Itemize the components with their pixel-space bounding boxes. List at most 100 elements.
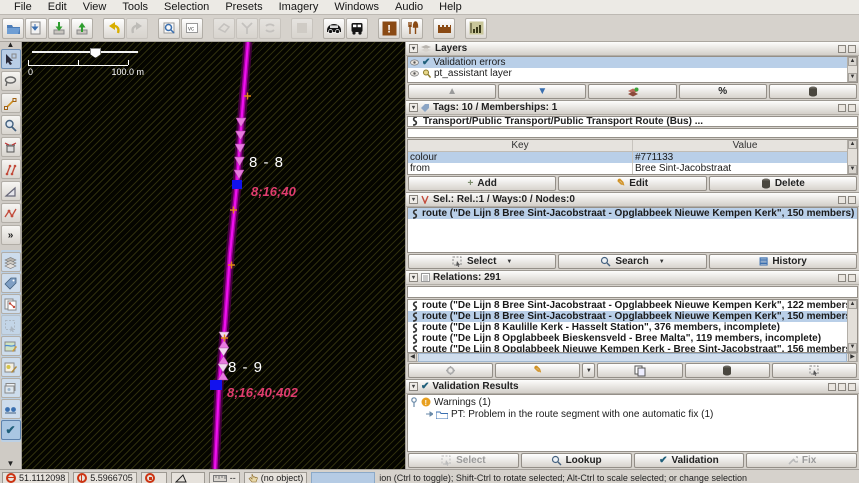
close-icon[interactable] <box>848 104 856 112</box>
search-menu-button[interactable]: Search▼ <box>558 254 706 269</box>
scroll-down-icon[interactable]: ▼ <box>848 73 857 82</box>
validation-run-button[interactable]: ✔Validation <box>634 453 745 468</box>
scroll-up-icon[interactable]: ▲ <box>848 140 857 149</box>
close-icon[interactable] <box>848 45 856 53</box>
tag-row-colour[interactable]: colour #771133 <box>408 152 857 163</box>
menu-audio[interactable]: Audio <box>387 1 431 13</box>
tree-branch-icon[interactable] <box>425 410 433 418</box>
scroll-down-icon[interactable]: ▼ <box>848 343 857 352</box>
tags-toggle-button[interactable] <box>1 273 21 293</box>
tool-disabled-1-button[interactable] <box>213 18 235 39</box>
menu-tools[interactable]: Tools <box>114 1 156 13</box>
value-column-header[interactable]: Value <box>633 140 857 151</box>
close-icon[interactable] <box>848 274 856 282</box>
chart-preset-button[interactable] <box>465 18 487 39</box>
mapstyle-toggle-button[interactable] <box>1 336 21 356</box>
selected-relation-row[interactable]: route ("De Lijn 8 Bree Sint-Jacobstraat … <box>408 208 857 219</box>
tool-disabled-4-button[interactable] <box>291 18 313 39</box>
scroll-up-icon[interactable]: ▲ <box>848 300 857 309</box>
collapse-icon[interactable]: ▾ <box>409 382 418 391</box>
layer-row-pt-assistant[interactable]: pt_assistant layer <box>408 68 857 79</box>
layer-opacity-button[interactable]: % <box>679 84 767 99</box>
menu-edit[interactable]: Edit <box>40 1 75 13</box>
validator-toggle-button[interactable]: ✔ <box>1 420 21 440</box>
pin-icon[interactable] <box>838 274 846 282</box>
delete-relation-button[interactable] <box>685 363 770 378</box>
redo-button[interactable] <box>126 18 148 39</box>
tag-edit-field[interactable] <box>407 128 858 138</box>
delete-tag-button[interactable]: Delete <box>709 176 857 191</box>
upload-button[interactable] <box>71 18 93 39</box>
longitude-field[interactable]: 5.5966705 <box>73 472 137 483</box>
relations-hscrollbar[interactable]: ◀▶ <box>407 353 858 362</box>
scroll-up-icon[interactable]: ▲ <box>848 57 857 66</box>
layer-delete-button[interactable] <box>769 84 857 99</box>
draw-tool-button[interactable] <box>1 93 21 113</box>
measure-tool-button[interactable] <box>1 181 21 201</box>
scroll-left-icon[interactable]: ◀ <box>408 353 417 362</box>
detach-icon[interactable] <box>828 383 836 391</box>
fix-button[interactable]: Fix <box>746 453 857 468</box>
relation-row[interactable]: route ("De Lijn 8 Bree Sint-Jacobstraat … <box>408 300 857 311</box>
scroll-thumb[interactable] <box>418 353 847 362</box>
eye-icon[interactable] <box>410 70 419 77</box>
relation-row-partial[interactable]: route ("De Lijn 8 Opglabbeek Nieuwe Kemp… <box>408 344 857 353</box>
stop-node-1[interactable] <box>232 180 242 189</box>
latitude-field[interactable]: 51.1112098 <box>2 472 69 483</box>
pin-icon[interactable] <box>838 196 846 204</box>
download-button[interactable] <box>48 18 70 39</box>
relations-filter-input[interactable] <box>407 286 858 298</box>
menu-help[interactable]: Help <box>431 1 470 13</box>
delete-tool-button[interactable] <box>1 137 21 157</box>
eye-icon[interactable] <box>410 59 419 66</box>
relation-row-selected[interactable]: route ("De Lijn 8 Bree Sint-Jacobstraat … <box>408 311 857 322</box>
history-button[interactable]: ▤History <box>709 254 857 269</box>
edit-tag-button[interactable]: ✎Edit <box>558 176 706 191</box>
stop-node-2[interactable] <box>210 380 222 390</box>
zoom-selection-button[interactable] <box>158 18 180 39</box>
improve-way-tool-button[interactable] <box>1 203 21 223</box>
menu-view[interactable]: View <box>75 1 115 13</box>
close-icon[interactable] <box>848 383 856 391</box>
menu-presets[interactable]: Presets <box>217 1 270 13</box>
selection-toggle-button[interactable] <box>1 315 21 335</box>
car-preset-button[interactable] <box>323 18 345 39</box>
key-column-header[interactable]: Key <box>408 140 632 151</box>
select-menu-button[interactable]: Select▼ <box>408 254 556 269</box>
lookup-button[interactable]: Lookup <box>521 453 632 468</box>
more-tools-button[interactable]: » <box>1 225 21 245</box>
conflict-toggle-button[interactable] <box>1 399 21 419</box>
select-relation-button[interactable] <box>772 363 857 378</box>
duplicate-relation-button[interactable] <box>597 363 682 378</box>
validation-select-button[interactable]: Select <box>408 453 519 468</box>
layer-row-validation-errors[interactable]: ✔ Validation errors <box>408 57 857 68</box>
pin-icon[interactable] <box>838 104 846 112</box>
castle-preset-button[interactable] <box>433 18 455 39</box>
dropdown-icon[interactable]: ▼ <box>659 259 665 265</box>
layer-down-button[interactable]: ▼ <box>498 84 586 99</box>
warning-detail-node[interactable]: PT: Problem in the route segment with on… <box>410 408 855 420</box>
add-tag-button[interactable]: +Add <box>408 176 556 191</box>
styles-toggle-button[interactable] <box>1 357 21 377</box>
lasso-tool-button[interactable] <box>1 71 21 91</box>
layer-row-partial[interactable] <box>408 79 857 83</box>
tag-row-from[interactable]: from Bree Sint-Jacobstraat <box>408 163 857 174</box>
relation-row[interactable]: route ("De Lijn 8 Kaulille Kerk - Hassel… <box>408 322 857 333</box>
preferences-button[interactable]: vc <box>181 18 203 39</box>
bus-preset-button[interactable] <box>346 18 368 39</box>
save-button[interactable] <box>25 18 47 39</box>
collapse-icon[interactable]: ▾ <box>409 44 418 53</box>
close-icon[interactable] <box>848 196 856 204</box>
menu-windows[interactable]: Windows <box>326 1 387 13</box>
preset-row[interactable]: Transport/Public Transport/Public Transp… <box>407 116 858 127</box>
collapse-icon[interactable]: ▾ <box>409 195 418 204</box>
edit-relation-button[interactable]: ✎ <box>495 363 580 378</box>
photo-toggle-button[interactable] <box>1 378 21 398</box>
layers-toggle-button[interactable] <box>1 252 21 272</box>
select-tool-button[interactable] <box>1 49 21 69</box>
relations-toggle-button[interactable] <box>1 294 21 314</box>
parallel-tool-button[interactable] <box>1 159 21 179</box>
undo-button[interactable] <box>103 18 125 39</box>
toolbar-scroll-down[interactable]: ▼ <box>7 461 15 467</box>
menu-file[interactable]: File <box>6 1 40 13</box>
